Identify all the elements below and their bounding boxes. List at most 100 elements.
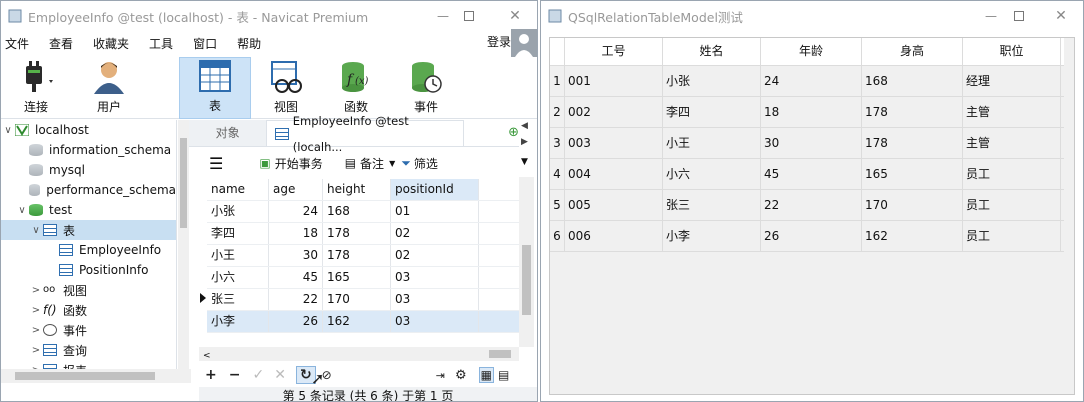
cell-position[interactable]: 主管 xyxy=(963,128,1061,158)
maximize-button[interactable] xyxy=(447,1,491,31)
row-header[interactable]: 5 xyxy=(550,190,565,220)
tree-item-tables[interactable]: ∨ 表 xyxy=(1,220,176,240)
cell-name[interactable]: 小张 xyxy=(207,201,269,222)
cell-id[interactable]: 005 xyxy=(565,190,663,220)
cell-position[interactable]: 员工 xyxy=(963,190,1061,220)
chevron-down-icon[interactable]: ∨ xyxy=(1,125,15,136)
login-link[interactable]: 登录 xyxy=(487,33,511,50)
menu-tools[interactable]: 工具 xyxy=(139,31,183,57)
cell-age[interactable]: 18 xyxy=(761,97,862,127)
cell-height[interactable]: 178 xyxy=(862,128,963,158)
column-header-position[interactable]: 职位 xyxy=(963,38,1061,65)
cell-age[interactable]: 26 xyxy=(761,221,862,251)
table-row[interactable]: 3 003 小王 30 178 主管 xyxy=(550,128,1064,159)
row-header[interactable]: 4 xyxy=(550,159,565,189)
navicat-titlebar[interactable]: EmployeeInfo @test (localhost) - 表 - Nav… xyxy=(1,1,537,31)
cell-age[interactable]: 30 xyxy=(761,128,862,158)
cell-name[interactable]: 小李 xyxy=(207,311,269,332)
cell-height[interactable]: 162 xyxy=(323,311,391,332)
table-row[interactable]: 6 006 小李 26 162 员工 xyxy=(550,221,1064,252)
table-button[interactable]: 表 xyxy=(179,57,251,119)
tree-item-information-schema[interactable]: information_schema xyxy=(1,140,176,160)
cell-positionid[interactable]: 02 xyxy=(391,223,479,244)
cell-position[interactable]: 经理 xyxy=(963,66,1061,96)
cell-positionid[interactable]: 01 xyxy=(391,201,479,222)
column-header-height[interactable]: height xyxy=(323,179,391,200)
cell-position[interactable]: 员工 xyxy=(963,221,1061,251)
cell-positionid[interactable]: 03 xyxy=(391,267,479,288)
column-header-age[interactable]: age xyxy=(269,179,323,200)
cell-height[interactable]: 162 xyxy=(862,221,963,251)
cell-id[interactable]: 006 xyxy=(565,221,663,251)
begin-transaction-button[interactable]: ▣ 开始事务 xyxy=(259,155,322,172)
tree-item-test[interactable]: ∨ test xyxy=(1,200,176,220)
hamburger-menu-icon[interactable]: ☰ xyxy=(209,154,223,173)
table-row[interactable]: 小王 30 178 02 xyxy=(207,245,519,267)
cell-name[interactable]: 小张 xyxy=(663,66,761,96)
scrollbar-thumb[interactable] xyxy=(180,138,187,228)
avatar[interactable] xyxy=(511,29,537,57)
cell-height[interactable]: 168 xyxy=(323,201,391,222)
apply-check-icon[interactable]: ✓ xyxy=(252,367,264,383)
column-header-id[interactable]: 工号 xyxy=(565,38,663,65)
scroll-left-arrow-icon[interactable]: < xyxy=(203,351,211,361)
chevron-right-icon[interactable]: > xyxy=(29,325,43,336)
cell-name[interactable]: 小王 xyxy=(663,128,761,158)
cell-id[interactable]: 002 xyxy=(565,97,663,127)
column-header-name[interactable]: 姓名 xyxy=(663,38,761,65)
tree-item-localhost[interactable]: ∨ localhost xyxy=(1,120,176,140)
qt-maximize-button[interactable] xyxy=(997,1,1041,31)
menu-help[interactable]: 帮助 xyxy=(227,31,271,57)
column-header-age[interactable]: 年龄 xyxy=(761,38,862,65)
connect-button[interactable]: 连接 xyxy=(1,57,71,119)
cell-height[interactable]: 170 xyxy=(323,289,391,310)
scrollbar-thumb[interactable] xyxy=(15,372,155,380)
menu-favorites[interactable]: 收藏夹 xyxy=(83,31,139,57)
cell-height[interactable]: 178 xyxy=(323,223,391,244)
qt-titlebar[interactable]: QSqlRelationTableModel测试 — ✕ xyxy=(541,1,1083,31)
table-row[interactable]: 李四 18 178 02 xyxy=(207,223,519,245)
chevron-down-icon[interactable]: ∨ xyxy=(15,205,29,216)
cell-age[interactable]: 24 xyxy=(761,66,862,96)
chevron-right-icon[interactable]: > xyxy=(29,305,43,316)
cell-age[interactable]: 22 xyxy=(269,289,323,310)
cell-name[interactable]: 张三 xyxy=(207,289,269,310)
cell-height[interactable]: 178 xyxy=(323,245,391,266)
tree-item-performance-schema[interactable]: performance_schema xyxy=(1,180,176,200)
filter-button[interactable]: ⏷ 筛选 xyxy=(401,155,438,172)
cell-height[interactable]: 170 xyxy=(862,190,963,220)
scrollbar-thumb[interactable] xyxy=(489,350,511,358)
scrollbar-thumb[interactable] xyxy=(522,245,531,315)
menu-view[interactable]: 查看 xyxy=(39,31,83,57)
cell-name[interactable]: 小六 xyxy=(663,159,761,189)
cell-positionid[interactable]: 03 xyxy=(391,289,479,310)
cell-name[interactable]: 小李 xyxy=(663,221,761,251)
chevron-down-icon[interactable]: ▼ xyxy=(521,157,528,167)
cell-id[interactable]: 004 xyxy=(565,159,663,189)
cell-positionid[interactable]: 03 xyxy=(391,311,479,332)
chevron-down-icon[interactable]: ∨ xyxy=(29,225,43,236)
close-button[interactable]: ✕ xyxy=(493,1,537,31)
row-header[interactable]: 2 xyxy=(550,97,565,127)
tree-item-mysql[interactable]: mysql xyxy=(1,160,176,180)
cell-id[interactable]: 003 xyxy=(565,128,663,158)
cell-position[interactable]: 员工 xyxy=(963,159,1061,189)
tree-horizontal-scrollbar[interactable] xyxy=(1,369,191,383)
tree-item-events[interactable]: > 事件 xyxy=(1,320,176,340)
menu-window[interactable]: 窗口 xyxy=(183,31,227,57)
form-view-icon[interactable]: ▤ xyxy=(498,368,509,382)
tree-item-queries[interactable]: > 查询 xyxy=(1,340,176,360)
cell-age[interactable]: 18 xyxy=(269,223,323,244)
cell-name[interactable]: 小王 xyxy=(207,245,269,266)
column-header-height[interactable]: 身高 xyxy=(862,38,963,65)
cell-age[interactable]: 30 xyxy=(269,245,323,266)
cell-name[interactable]: 李四 xyxy=(663,97,761,127)
cell-age[interactable]: 45 xyxy=(761,159,862,189)
discard-x-icon[interactable]: ✕ xyxy=(274,367,286,383)
tab-scroll-right-icon[interactable]: ▶ xyxy=(521,137,528,147)
delete-record-icon[interactable]: − xyxy=(229,367,241,383)
table-row[interactable]: 小六 45 165 03 xyxy=(207,267,519,289)
row-header[interactable]: 6 xyxy=(550,221,565,251)
cell-height[interactable]: 165 xyxy=(323,267,391,288)
tree-item-functions[interactable]: > f() 函数 xyxy=(1,300,176,320)
